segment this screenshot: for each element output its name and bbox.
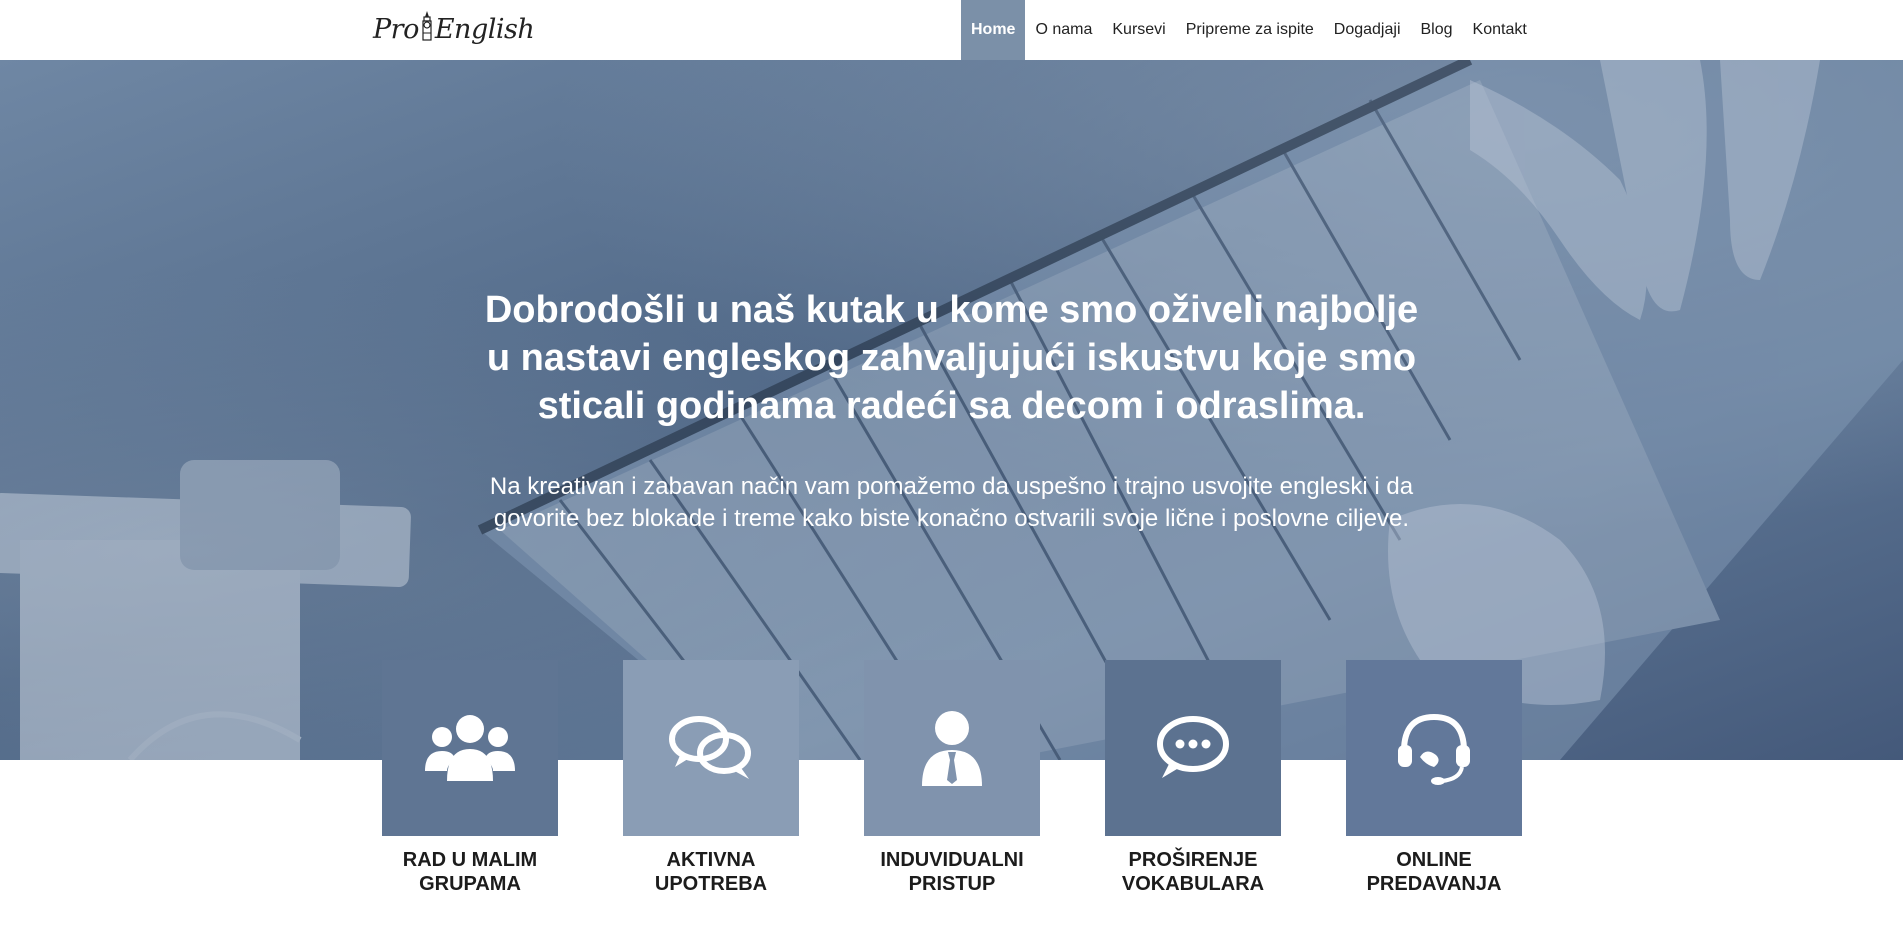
logo-text-pro: Pro bbox=[373, 13, 419, 45]
feature-label-line1: INDUVIDUALNI bbox=[880, 849, 1024, 871]
logo-text-english: English bbox=[434, 13, 535, 45]
feature-label-line2: UPOTREBA bbox=[654, 873, 768, 895]
feature-label-line2: GRUPAMA bbox=[419, 873, 521, 895]
feature-vocabulary[interactable]: PROŠIRENJE VOKABULARA bbox=[1105, 660, 1281, 896]
feature-box[interactable] bbox=[1105, 660, 1281, 836]
chat-bubbles-icon bbox=[669, 716, 751, 779]
nav-pripreme-za-ispite[interactable]: Pripreme za ispite bbox=[1176, 0, 1324, 60]
feature-label-line1: RAD U MALIM bbox=[402, 849, 538, 871]
feature-label-line1: AKTIVNA bbox=[666, 849, 756, 871]
feature-label: ONLINE PREDAVANJA bbox=[1346, 848, 1522, 896]
group-icon bbox=[425, 715, 515, 781]
feature-label-line1: PROŠIRENJE bbox=[1128, 849, 1258, 871]
big-ben-icon bbox=[420, 10, 434, 48]
site-header: Pro English Home O nama Kursevi Pripreme… bbox=[0, 0, 1903, 60]
feature-label: RAD U MALIM GRUPAMA bbox=[382, 848, 558, 896]
feature-label-line2: PREDAVANJA bbox=[1366, 873, 1502, 895]
hero-banner: Dobrodošli u naš kutak u kome smo oživel… bbox=[0, 60, 1903, 760]
nav-o-nama[interactable]: O nama bbox=[1025, 0, 1102, 60]
feature-box[interactable] bbox=[382, 660, 558, 836]
feature-label: AKTIVNA UPOTREBA bbox=[623, 848, 799, 896]
features-row: RAD U MALIM GRUPAMA AKTIVNA UPOTREBA IND… bbox=[382, 660, 1522, 900]
headset-icon bbox=[1398, 713, 1470, 785]
feature-active-use[interactable]: AKTIVNA UPOTREBA bbox=[623, 660, 799, 896]
feature-box[interactable] bbox=[1346, 660, 1522, 836]
feature-box[interactable] bbox=[864, 660, 1040, 836]
hero-subtitle: Na kreativan i zabavan način vam pomažem… bbox=[489, 473, 1414, 532]
logo[interactable]: Pro English bbox=[373, 9, 535, 49]
nav-blog[interactable]: Blog bbox=[1411, 0, 1463, 60]
feature-label-line2: VOKABULARA bbox=[1121, 873, 1265, 895]
hero-title: Dobrodošli u naš kutak u kome smo oživel… bbox=[484, 289, 1419, 427]
nav-dogadjaji[interactable]: Dogadjaji bbox=[1324, 0, 1411, 60]
nav-kontakt[interactable]: Kontakt bbox=[1463, 0, 1537, 60]
main-nav: Home O nama Kursevi Pripreme za ispite D… bbox=[961, 0, 1537, 60]
nav-kursevi[interactable]: Kursevi bbox=[1102, 0, 1175, 60]
feature-individual-approach[interactable]: INDUVIDUALNI PRISTUP bbox=[864, 660, 1040, 896]
feature-label-line2: PRISTUP bbox=[908, 873, 996, 895]
feature-label: INDUVIDUALNI PRISTUP bbox=[864, 848, 1040, 896]
feature-label-line1: ONLINE bbox=[1396, 849, 1472, 871]
feature-box[interactable] bbox=[623, 660, 799, 836]
speech-bubble-icon bbox=[1157, 716, 1229, 778]
feature-small-groups[interactable]: RAD U MALIM GRUPAMA bbox=[382, 660, 558, 896]
nav-home[interactable]: Home bbox=[961, 0, 1026, 60]
feature-label: PROŠIRENJE VOKABULARA bbox=[1105, 848, 1281, 896]
person-icon bbox=[922, 711, 982, 786]
feature-online-lectures[interactable]: ONLINE PREDAVANJA bbox=[1346, 660, 1522, 896]
